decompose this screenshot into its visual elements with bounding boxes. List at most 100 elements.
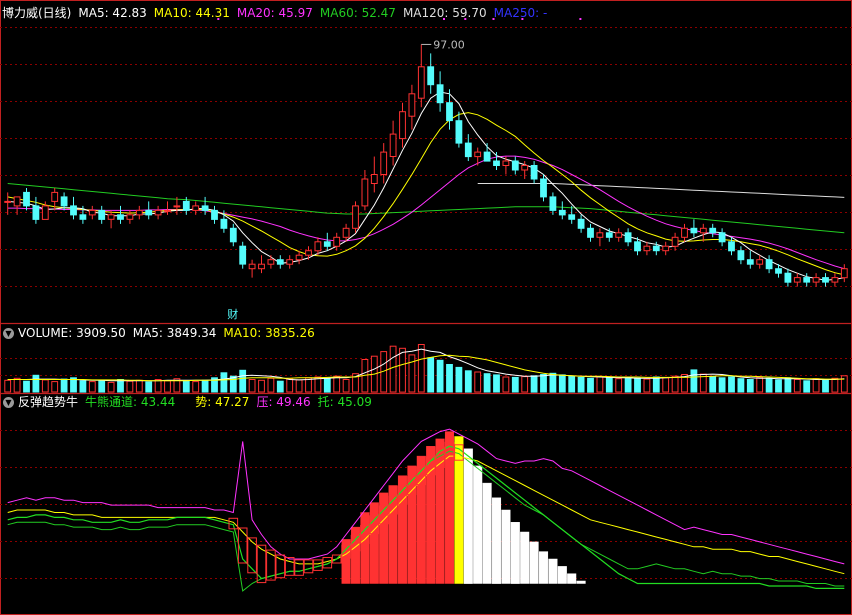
candle-body	[634, 241, 641, 252]
volume-bar	[577, 376, 585, 393]
indicator-white-bar	[482, 482, 492, 584]
indicator-red-bar	[369, 502, 379, 584]
candle-body	[60, 196, 68, 207]
candle-body	[436, 84, 444, 104]
volume-bar	[652, 376, 660, 393]
volume-bar	[323, 377, 331, 393]
volume-bar	[41, 379, 49, 393]
candle-body	[671, 236, 679, 247]
indicator-press-line	[7, 428, 845, 565]
volume-bar	[258, 379, 265, 393]
volume-bar	[690, 369, 698, 393]
indicator-white-bar	[501, 509, 511, 584]
chevron-down-icon[interactable]: ▼	[3, 327, 14, 339]
volume-bar	[239, 369, 247, 393]
candle-body	[775, 268, 782, 274]
candle-body	[220, 218, 228, 229]
candle-body	[605, 232, 613, 238]
candle-body	[295, 254, 303, 261]
finance-marker: 财	[227, 307, 238, 321]
price-header: 博力威(日线) MA5: 42.83 MA10: 44.31 MA20: 45.…	[0, 4, 554, 22]
volume-bar	[135, 379, 143, 393]
indicator-red-bar	[360, 512, 370, 584]
candle-body	[314, 241, 322, 252]
candle-body	[690, 227, 698, 234]
volume-bar	[822, 379, 829, 393]
candle-body	[201, 205, 209, 211]
indicator-trend: 势: 47.27	[195, 395, 250, 409]
volume-bar	[248, 379, 256, 393]
candle-body	[558, 209, 566, 216]
candle-body	[577, 218, 585, 229]
candle-body	[511, 160, 519, 171]
candle-body	[464, 142, 472, 158]
candle-body	[530, 165, 538, 180]
candle-body	[483, 151, 491, 162]
volume-bar	[117, 379, 124, 393]
volume-bar	[549, 372, 557, 393]
volume-bar	[605, 377, 613, 393]
candle-body	[803, 277, 811, 283]
high-price-label: 97.00	[433, 38, 465, 51]
legend-ma120: MA120: 59.70	[402, 6, 487, 20]
indicator-title: 反弹趋势牛	[18, 395, 79, 409]
volume-bar	[436, 359, 444, 393]
volume-bar	[107, 381, 115, 393]
volume-bar	[164, 380, 171, 393]
indicator-support: 托: 45.09	[317, 395, 372, 409]
volume-bar	[417, 344, 425, 393]
candle-body	[173, 205, 181, 208]
volume-bar	[493, 374, 500, 393]
candle-body	[728, 241, 735, 252]
indicator-red-bar	[426, 446, 436, 584]
ma120-line	[477, 183, 845, 198]
volume-bar	[464, 370, 472, 393]
stock-chart-window: 97.00 财 博力威(日线) MA5: 42.83 MA10: 44.31 MA…	[0, 0, 852, 615]
chevron-down-icon[interactable]: ▼	[3, 396, 14, 408]
volume-bar	[718, 377, 726, 393]
candle-body	[737, 250, 745, 261]
volume-bar	[427, 357, 435, 393]
candle-body	[831, 277, 839, 283]
volume-bar	[474, 371, 482, 393]
indicator-white-bar	[576, 580, 586, 584]
candle-body	[784, 272, 792, 283]
candle-body	[145, 209, 153, 216]
volume-ma5: MA5: 3849.34	[132, 326, 217, 340]
volume-bar	[803, 380, 811, 393]
candle-body	[4, 200, 12, 203]
volume-bar	[793, 379, 801, 393]
indicator-white-bar	[491, 497, 502, 584]
candle-body	[267, 259, 275, 265]
volume-bar	[4, 379, 12, 393]
candle-body	[699, 227, 707, 234]
event-dot	[579, 18, 582, 20]
volume-bar	[615, 378, 623, 393]
candle-body	[88, 209, 96, 216]
volume-bar	[746, 379, 754, 393]
candle-body	[568, 214, 576, 220]
volume-bar	[634, 377, 641, 393]
volume-bar	[60, 378, 68, 393]
candle-body	[229, 227, 237, 243]
indicator-red-bar	[397, 475, 408, 584]
volume-bar	[276, 380, 284, 393]
volume-bar	[521, 376, 529, 393]
candle-body	[380, 151, 388, 176]
indicator-box	[303, 559, 314, 574]
indicator-white-bar	[548, 558, 558, 584]
legend-ma250: MA250: -	[493, 6, 548, 20]
volume-bar	[201, 379, 209, 393]
candle-body	[239, 245, 247, 265]
candle-body	[408, 93, 416, 117]
candle-body	[812, 277, 820, 283]
volume-bar	[671, 375, 679, 393]
volume-bar	[182, 380, 190, 393]
indicator-white-bar	[463, 448, 473, 584]
indicator-yellow-bar	[454, 436, 464, 584]
volume-bar	[455, 366, 463, 393]
chart-canvas[interactable]: 97.00 财	[0, 0, 852, 615]
candle-body	[474, 151, 482, 158]
candle-body	[652, 245, 660, 252]
candle-body	[587, 227, 594, 238]
